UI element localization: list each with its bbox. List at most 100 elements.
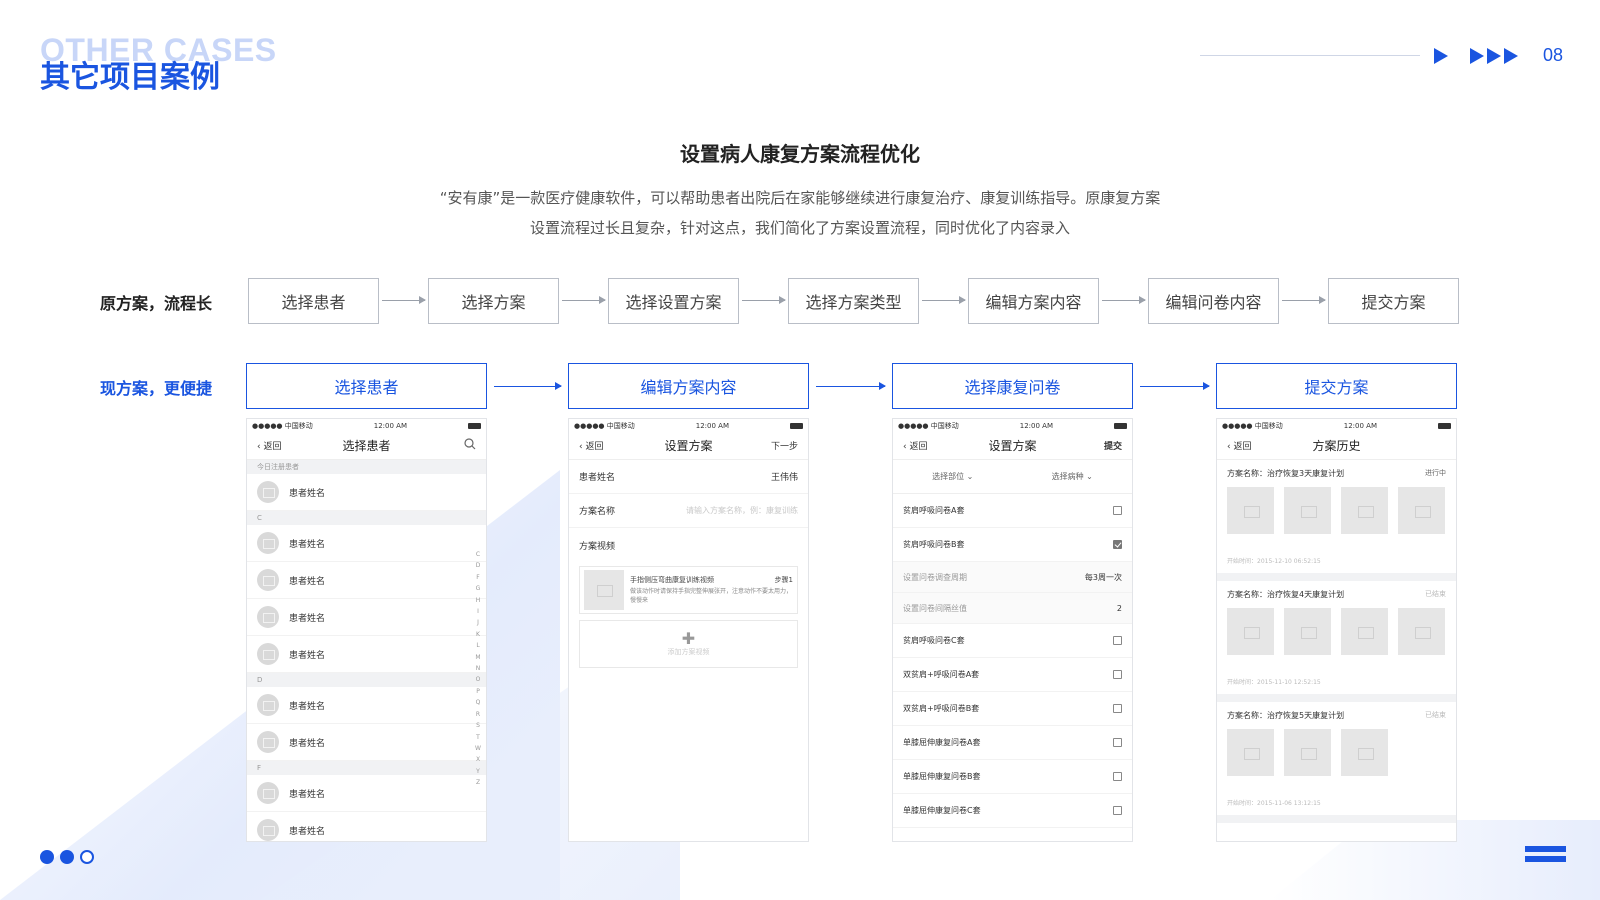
list-item[interactable]: 患者姓名 [247,562,486,599]
alphabet-letter[interactable]: D [474,560,482,571]
list-item[interactable]: 患者姓名 [247,636,486,673]
time-text: 12:00 AM [1343,421,1377,430]
image-row [1227,608,1446,655]
patient-name-row[interactable]: 患者姓名 王伟伟 [569,460,808,494]
questionnaire-row[interactable]: 设置问卷间隔丝值 2 [893,593,1132,624]
questionnaire-label: 设置问卷间隔丝值 [903,603,967,613]
video-thumbnail-icon [584,570,624,610]
alphabet-letter[interactable]: P [474,686,482,697]
patient-name: 患者姓名 [289,576,326,587]
back-button[interactable]: ‹ 返回 [1227,439,1277,452]
list-item[interactable]: 患者姓名 [247,775,486,812]
alphabet-letter[interactable]: H [474,595,482,606]
video-item[interactable]: 手指侧压弯曲康复训练视频 步骤1 做该动作时请保持手指完整伸展张开，注意动作不要太… [579,566,798,614]
questionnaire-row[interactable]: 设置问卷调查周期 每3周一次 [893,562,1132,593]
checkbox[interactable] [1113,506,1122,515]
alphabet-letter[interactable]: R [474,709,482,720]
patient-name-value: 王伟伟 [770,473,798,483]
alphabet-index[interactable]: CDFGHIJKLMNOPQRSTWXYZ [474,549,482,789]
patient-name: 患者姓名 [289,789,326,800]
alphabet-letter[interactable]: K [474,629,482,640]
filter-disease-dropdown[interactable]: 选择病种 ⌄ [1052,471,1093,482]
alphabet-letter[interactable]: X [474,754,482,765]
avatar-icon [257,643,279,665]
list-item[interactable]: 患者姓名 [247,474,486,511]
alphabet-letter[interactable]: T [474,732,482,743]
checkbox-checked[interactable] [1113,540,1122,549]
alphabet-letter[interactable]: Q [474,697,482,708]
section-header: 今日注册患者 [247,460,486,474]
alphabet-letter[interactable]: W [474,743,482,754]
alphabet-letter[interactable]: I [474,606,482,617]
alphabet-letter[interactable]: O [474,674,482,685]
list-item[interactable]: 患者姓名 [247,812,486,841]
list-item[interactable]: 患者姓名 [247,687,486,724]
alphabet-letter[interactable]: G [474,583,482,594]
alphabet-letter[interactable]: L [474,640,482,651]
new-flow-step: 编辑方案内容 [568,363,809,409]
phone-edit-plan: ●●●●● 中国移动 12:00 AM ‹ 返回 设置方案 下一步 患者姓名 王… [568,418,809,842]
carrier-text: ●●●●● 中国移动 [252,421,313,430]
history-card-header: 方案名称：治疗恢复3天康复计划 进行中 [1227,468,1446,479]
checkbox[interactable] [1113,772,1122,781]
section-description-line2: 设置流程过长且复杂，针对这点，我们简化了方案设置流程，同时优化了内容录入 [529,219,1070,237]
list-item[interactable]: 患者姓名 [247,724,486,761]
list-item[interactable]: 患者姓名 [247,525,486,562]
plan-name-input[interactable]: 请输入方案名称，例：康复训练 [686,505,798,516]
alphabet-letter[interactable]: S [474,720,482,731]
old-flow-step: 编辑方案内容 [968,278,1099,324]
questionnaire-row[interactable]: 单膝屈伸康复问卷C套 [893,794,1132,828]
menu-icon [1525,846,1566,852]
questionnaire-row[interactable]: 贫肩呼吸问卷B套 [893,528,1132,562]
video-step: 步骤1 [774,575,793,584]
history-card[interactable]: 方案名称：治疗恢复5天康复计划 已结束 开始时间：2015-11-06 13:12:… [1217,702,1456,823]
alphabet-letter[interactable]: Y [474,766,482,777]
chevron-down-icon: ⌄ [966,472,974,481]
questionnaire-row[interactable]: 双贫肩+呼吸问卷B套 [893,692,1132,726]
old-flow-step: 提交方案 [1328,278,1459,324]
checkbox[interactable] [1113,738,1122,747]
checkbox[interactable] [1113,636,1122,645]
add-video-button[interactable]: ✚ 添加方案视频 [579,620,798,668]
alphabet-letter[interactable]: F [474,572,482,583]
checkbox[interactable] [1113,670,1122,679]
old-flow-step: 选择方案类型 [788,278,919,324]
list-item[interactable]: 患者姓名 [247,599,486,636]
alphabet-letter[interactable]: M [474,652,482,663]
back-button[interactable]: ‹ 返回 [257,439,307,452]
alphabet-letter[interactable]: Z [474,777,482,788]
avatar-icon [257,819,279,841]
alphabet-letter[interactable]: C [474,549,482,560]
old-flow-step: 选择设置方案 [608,278,739,324]
battery-icon [468,422,481,429]
patient-name: 患者姓名 [289,613,326,624]
filter-part-dropdown[interactable]: 选择部位 ⌄ [932,471,973,482]
menu-icon [1525,856,1566,862]
setting-value: 每3周一次 [1084,572,1122,582]
patient-name: 患者姓名 [289,650,326,661]
history-card[interactable]: 方案名称：治疗恢复4天康复计划 已结束 开始时间：2015-11-10 12:52:… [1217,581,1456,702]
time-text: 12:00 AM [1019,421,1053,430]
checkbox[interactable] [1113,806,1122,815]
alphabet-letter[interactable]: J [474,617,482,628]
questionnaire-row[interactable]: 单膝屈伸康复问卷A套 [893,726,1132,760]
patient-name: 患者姓名 [289,738,326,749]
history-card[interactable]: 方案名称：治疗恢复3天康复计划 进行中 开始时间：2015-12-10 06:52:… [1217,460,1456,581]
back-button[interactable]: ‹ 返回 [903,439,953,452]
questionnaire-list: 贫肩呼吸问卷A套 贫肩呼吸问卷B套 设置问卷调查周期 每3周一次 设置问卷间隔丝值 2 贫肩… [893,494,1132,828]
old-flow-step: 选择患者 [248,278,379,324]
questionnaire-row[interactable]: 单膝屈伸康复问卷B套 [893,760,1132,794]
questionnaire-row[interactable]: 贫肩呼吸问卷A套 [893,494,1132,528]
alphabet-letter[interactable]: N [474,663,482,674]
image-placeholder-icon [1227,729,1274,776]
search-icon[interactable] [426,438,476,453]
questionnaire-row[interactable]: 双贫肩+呼吸问卷A套 [893,658,1132,692]
carrier-text: ●●●●● 中国移动 [898,421,959,430]
questionnaire-row[interactable]: 贫肩呼吸问卷C套 [893,624,1132,658]
patient-name-label: 患者姓名 [579,473,616,483]
page-number: 08 [1543,45,1564,65]
submit-button[interactable]: 提交 [1072,439,1122,452]
back-button[interactable]: ‹ 返回 [579,439,629,452]
checkbox[interactable] [1113,704,1122,713]
next-step-button[interactable]: 下一步 [748,439,798,452]
